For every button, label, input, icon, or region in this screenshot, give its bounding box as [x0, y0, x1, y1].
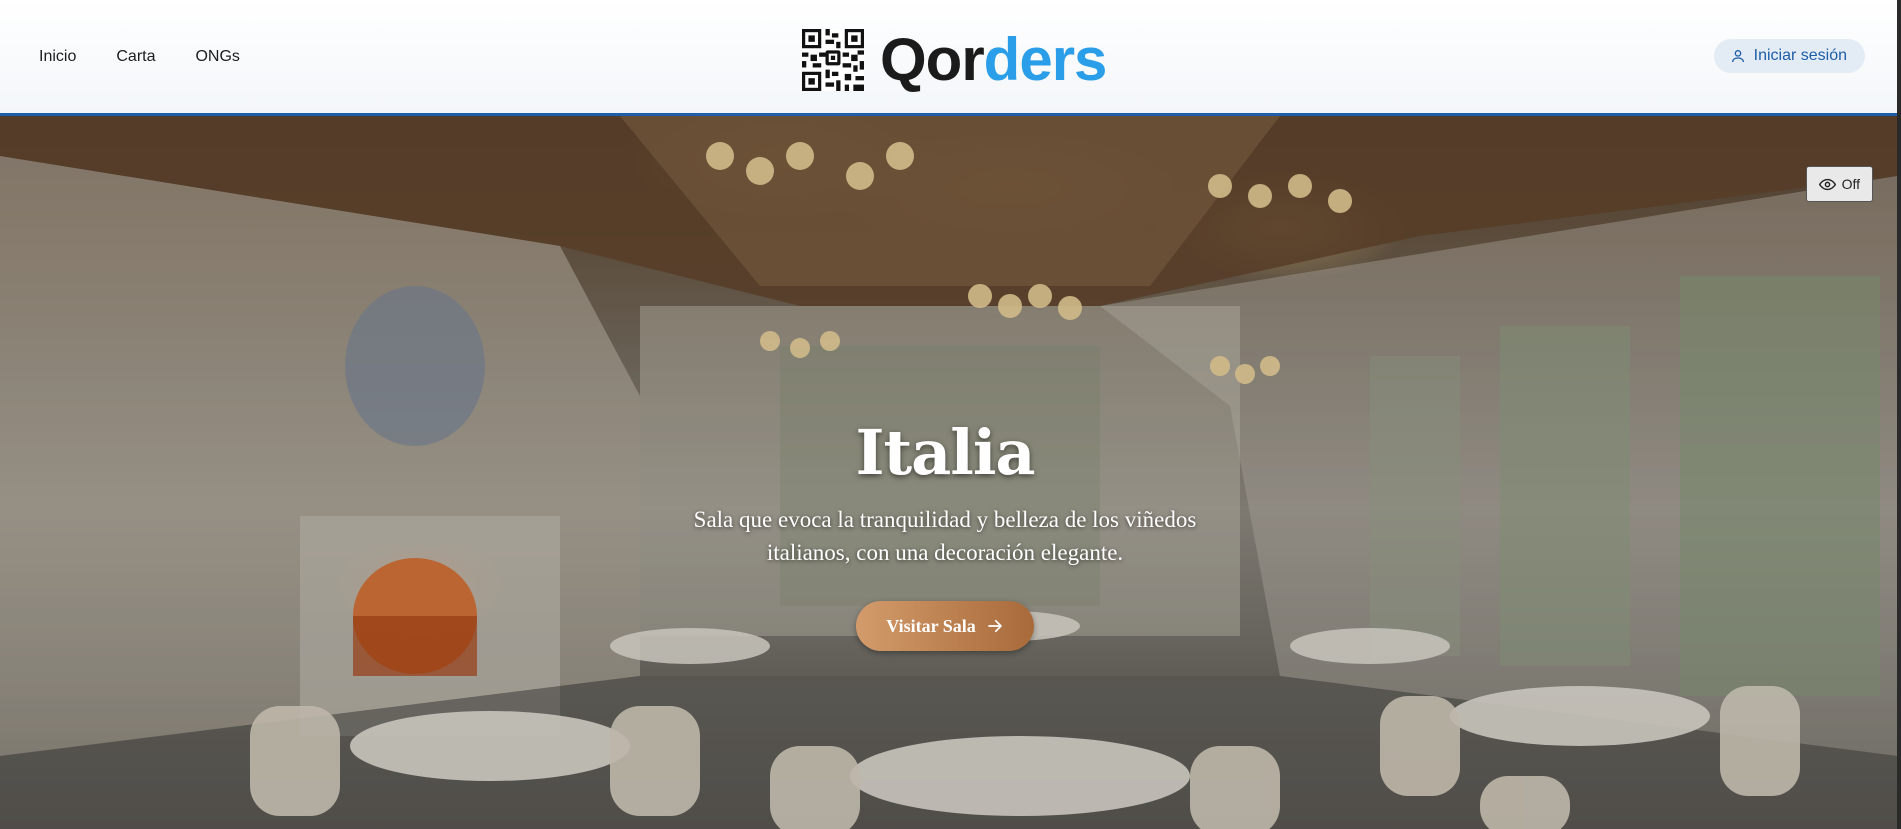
hero-banner: Off Italia Sala que evoca la tranquilida… — [0, 116, 1897, 829]
main-nav: Inicio Carta ONGs — [39, 0, 240, 113]
qr-code-icon — [802, 29, 864, 91]
vision-toggle-label: Off — [1841, 176, 1860, 192]
wordmark-part-2: ders — [983, 26, 1108, 93]
vision-toggle-button[interactable]: Off — [1805, 166, 1873, 202]
visit-room-label: Visitar Sala — [886, 615, 976, 636]
hero-title: Italia — [855, 416, 1035, 489]
eye-icon — [1818, 178, 1836, 190]
hero-subtitle: Sala que evoca la tranquilidad y belleza… — [693, 507, 1197, 565]
page: Inicio Carta ONGs Qorders Iniciar sesión… — [0, 0, 1901, 829]
hero-content: Italia Sala que evoca la tranquilidad y … — [0, 416, 1890, 651]
user-icon — [1731, 50, 1744, 63]
login-label: Iniciar sesión — [1753, 47, 1847, 64]
site-header: Inicio Carta ONGs Qorders Iniciar sesión — [0, 0, 1897, 116]
login-button[interactable]: Iniciar sesión — [1713, 39, 1865, 73]
brand-wordmark: Qorders — [880, 30, 1107, 90]
visit-room-button[interactable]: Visitar Sala — [856, 601, 1034, 651]
brand-logo[interactable]: Qorders — [802, 28, 1107, 92]
nav-link-inicio[interactable]: Inicio — [39, 48, 76, 66]
wordmark-part-1: Qor — [880, 26, 985, 93]
nav-link-carta[interactable]: Carta — [116, 48, 155, 66]
arrow-right-icon — [987, 619, 1002, 633]
nav-link-ongs[interactable]: ONGs — [195, 48, 239, 66]
